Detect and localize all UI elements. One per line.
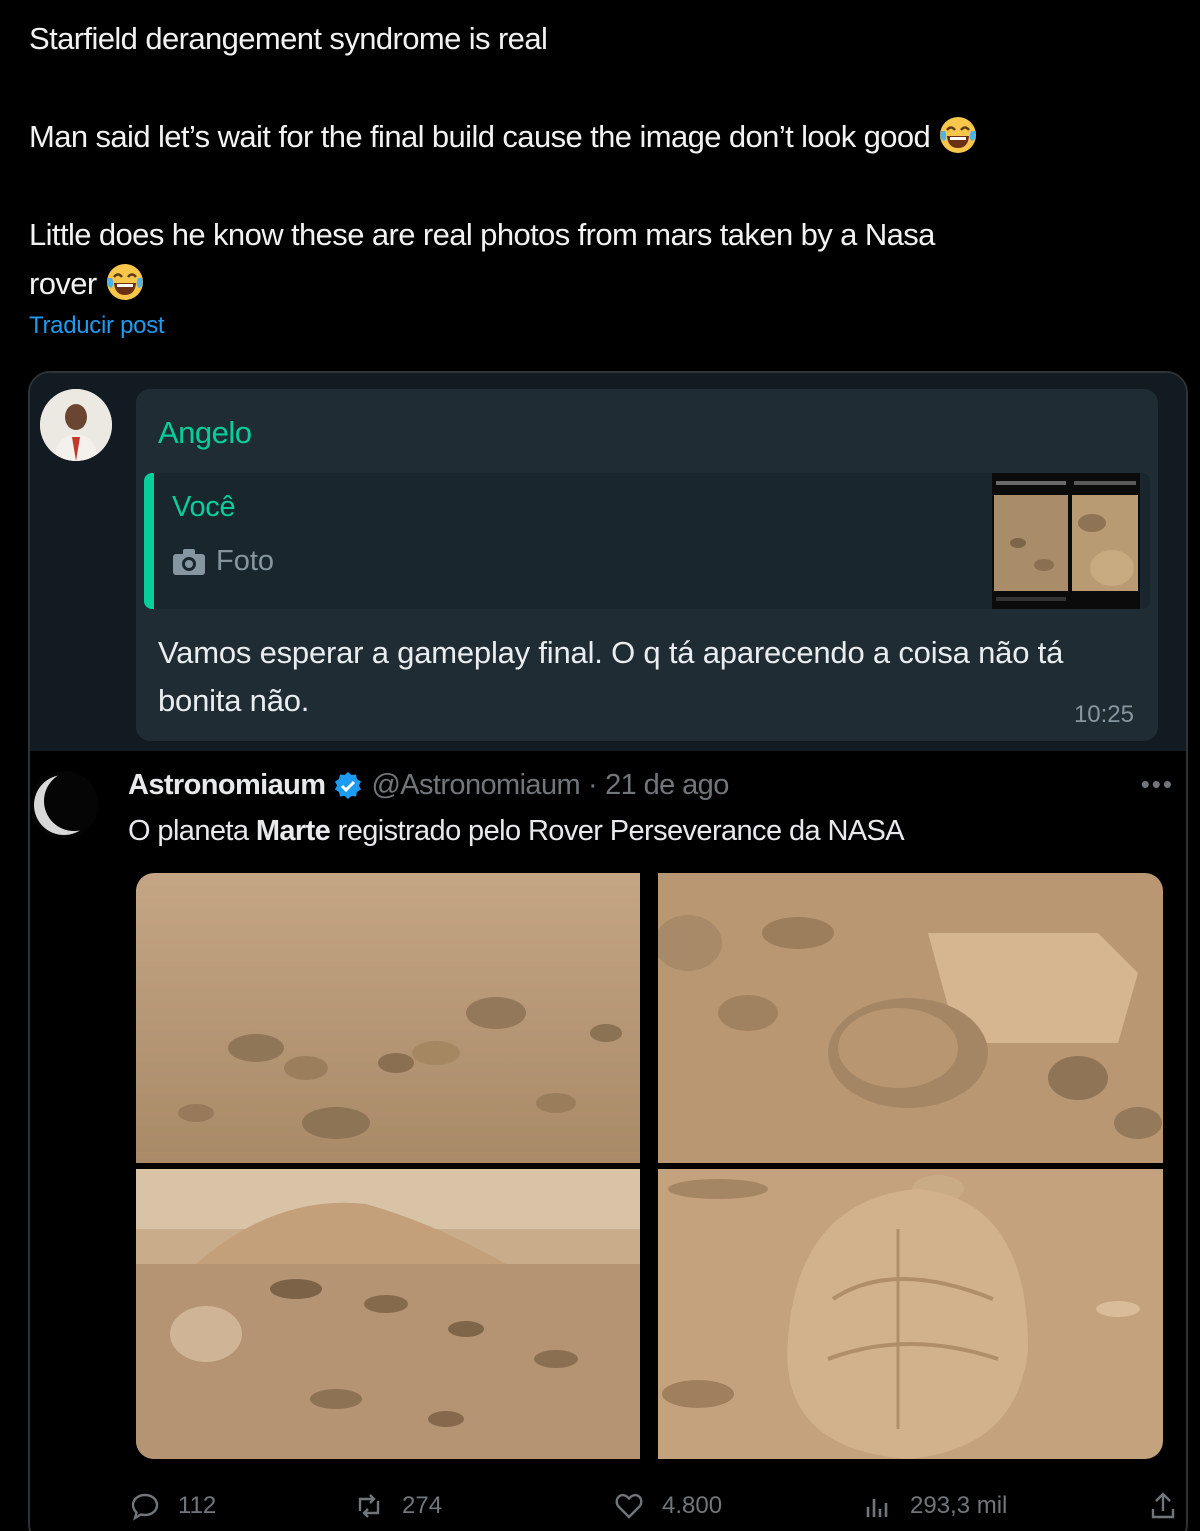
reply-media-label: Foto [216,545,275,577]
message-text: Vamos esperar a gameplay final. O q tá a… [158,635,1064,718]
views-action[interactable]: 293,3 mil [862,1491,1007,1521]
heart-icon [615,1493,643,1519]
share-icon [1151,1492,1175,1519]
reply-author: Você [172,491,236,523]
laughing-emoji-icon [940,117,977,153]
quoted-tweet[interactable]: Astronomiaum @Astronomiaum · 21 de ago •… [30,751,1186,1531]
photo-mars-big-rock-closeup[interactable] [658,1169,1163,1459]
views-count: 293,3 mil [910,1492,1008,1519]
person-avatar-icon [40,389,112,461]
photo-mars-hill-and-rocks[interactable] [136,1169,640,1459]
post-line-3: Little does he know these are real photo… [29,217,935,252]
translate-post-link[interactable]: Traducir post [29,312,165,340]
tweet-date[interactable]: 21 de ago [605,769,729,802]
photo-mars-rocky-plain[interactable] [136,873,640,1163]
dot-separator: · [588,769,598,801]
reply-accent-bar [144,473,154,609]
post-line-2: Man said let’s wait for the final build … [29,112,1189,161]
laughing-emoji-icon [106,264,143,300]
share-action[interactable] [1148,1491,1178,1521]
attached-image[interactable]: Angelo Você Foto Vamos esperar a gamepla… [28,371,1188,1531]
quoted-reply[interactable]: Você Foto [144,473,1150,609]
like-action[interactable]: 4.800 [614,1491,722,1521]
reply-icon [131,1493,159,1521]
views-chart-icon [866,1499,888,1517]
author-name[interactable]: Astronomiaum [128,769,326,802]
post-line-1: Starfield derangement syndrome is real [29,21,548,56]
avatar[interactable] [30,771,98,839]
tweet-text: O planeta Marte registrado pelo Rover Pe… [128,815,905,847]
whatsapp-chat: Angelo Você Foto Vamos esperar a gamepla… [30,373,1186,751]
reply-thumbnail [992,473,1140,609]
reply-media: Foto [172,545,274,578]
avatar [40,389,112,461]
more-options-icon[interactable]: ••• [1141,769,1174,800]
message-bubble: Angelo Você Foto Vamos esperar a gamepla… [136,389,1158,741]
sender-name: Angelo [158,415,252,450]
post-text: Starfield derangement syndrome is real M… [29,14,1189,308]
verified-badge-icon [335,771,362,799]
tweet-header: Astronomiaum @Astronomiaum · 21 de ago [128,769,729,802]
reply-action[interactable]: 112 [130,1491,216,1521]
like-count: 4.800 [662,1492,723,1519]
camera-icon [173,548,205,575]
reply-count: 112 [178,1492,217,1519]
tweet-actions: 112 274 4.800 293,3 mil [130,1491,1175,1531]
author-handle[interactable]: @Astronomiaum [371,769,580,802]
repost-action[interactable]: 274 [354,1491,442,1521]
repost-icon [358,1494,380,1518]
photo-grid [136,873,1163,1459]
repost-count: 274 [402,1492,443,1519]
moon-icon [30,771,98,839]
message-time: 10:25 [1073,701,1134,728]
post-line-4: rover [29,259,1189,308]
photo-mars-large-boulders[interactable] [658,873,1163,1163]
